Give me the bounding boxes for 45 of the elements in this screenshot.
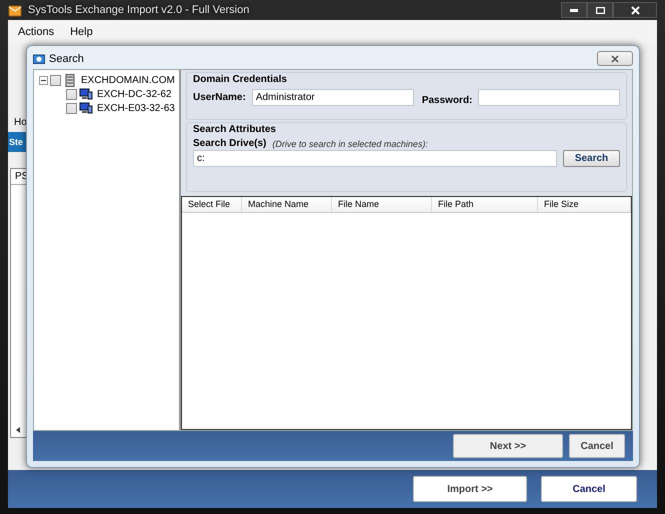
tree-checkbox[interactable]	[50, 74, 61, 86]
computer-icon	[79, 102, 93, 114]
group-title: Search Attributes	[193, 124, 276, 135]
window-title: SysTools Exchange Import v2.0 - Full Version	[28, 4, 250, 16]
server-icon	[63, 74, 77, 86]
tree-item[interactable]: EXCH-E03-32-63	[97, 102, 175, 114]
cancel-button[interactable]: Cancel	[569, 434, 625, 458]
column-header: File Size	[538, 197, 631, 212]
field-label: Search Drive(s)	[193, 138, 266, 149]
search-button[interactable]: Search	[563, 150, 620, 167]
collapse-toggle[interactable]	[39, 76, 48, 84]
close-icon	[630, 6, 640, 14]
tree-checkbox[interactable]	[66, 88, 77, 100]
menu-item[interactable]: Actions	[12, 24, 60, 40]
password-field[interactable]	[478, 89, 620, 106]
close-button[interactable]	[597, 51, 633, 66]
computer-icon	[79, 88, 93, 100]
drive-field[interactable]: c:	[193, 150, 557, 167]
field-hint: (Drive to search in selected machines):	[272, 138, 428, 148]
column-header: Select File	[182, 197, 242, 212]
next-button[interactable]: Next >>	[453, 434, 563, 458]
menu-item[interactable]: Help	[64, 24, 99, 40]
field-label: UserName:	[193, 92, 246, 103]
minimize-button[interactable]	[561, 2, 587, 18]
app-icon	[8, 4, 22, 16]
tree-item[interactable]: EXCH-DC-32-62	[97, 88, 172, 100]
column-header: File Path	[432, 197, 538, 212]
column-header: Machine Name	[242, 197, 332, 212]
cancel-button[interactable]: Cancel	[541, 476, 637, 502]
minimize-icon	[570, 8, 578, 12]
tree-checkbox[interactable]	[66, 102, 77, 114]
import-button[interactable]: Import >>	[413, 476, 527, 502]
field-label: Password:	[422, 95, 472, 106]
maximize-icon	[596, 6, 604, 14]
username-field[interactable]: Administrator	[252, 89, 414, 106]
tree-item[interactable]: EXCHDOMAIN.COM	[81, 74, 175, 86]
close-button[interactable]	[613, 2, 657, 18]
scroll-left-icon[interactable]	[14, 426, 22, 434]
dialog-title: Search	[49, 52, 84, 64]
group-title: Domain Credentials	[193, 74, 287, 85]
column-header: File Name	[332, 197, 432, 212]
search-icon	[33, 53, 45, 64]
maximize-button[interactable]	[587, 2, 613, 18]
close-icon	[611, 54, 619, 62]
step-banner: Ste	[8, 132, 26, 152]
